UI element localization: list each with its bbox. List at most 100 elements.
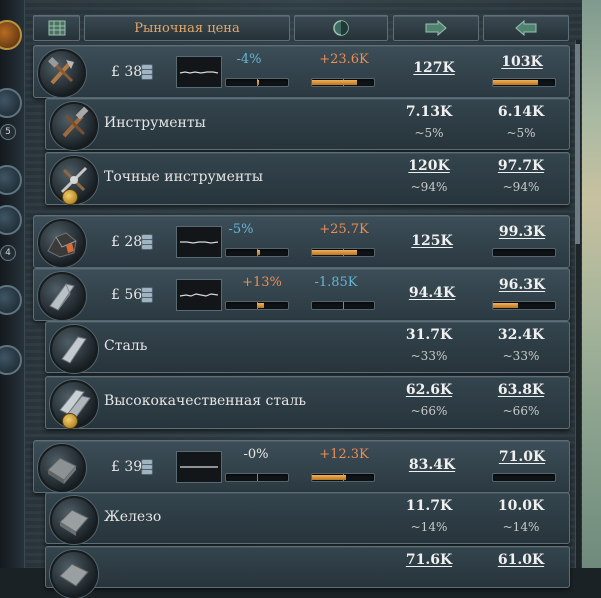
sidebar-button-0[interactable] xyxy=(0,20,22,50)
import-arrow-icon xyxy=(425,20,447,36)
consumption-value[interactable]: 71.0K xyxy=(482,449,562,465)
consumption-value[interactable]: 10.0K xyxy=(481,498,561,514)
good-row[interactable]: Точные инструменты 120K ~94% 97.7K ~94% xyxy=(45,152,570,205)
currency-symbol: £ xyxy=(111,64,120,80)
good-row[interactable]: Высококачественная сталь 62.6K ~66% 63.8… xyxy=(45,376,570,429)
currency-symbol: £ xyxy=(111,287,120,303)
coin-stack-icon xyxy=(140,62,153,82)
production-column-header[interactable] xyxy=(393,15,479,41)
left-sidebar: 5 4 xyxy=(0,0,25,568)
consumption-bar xyxy=(492,473,556,482)
price-change-bar xyxy=(225,248,289,257)
consumption-bar xyxy=(492,248,556,257)
goods-group-row[interactable]: £ 28 -5% +25.7K 125K 99.3K xyxy=(33,215,570,268)
sidebar-button-3[interactable] xyxy=(0,205,22,235)
coin-stack-icon xyxy=(140,457,153,477)
good-name: Инструменты xyxy=(104,115,206,131)
iron-ingot-icon xyxy=(50,550,98,598)
goods-group-row[interactable]: £ 38 -4% +23.6K 127K 103K xyxy=(33,45,570,98)
consumption-share: ~5% xyxy=(506,126,536,140)
production-value[interactable]: 62.6K xyxy=(389,382,469,398)
good-row[interactable]: Инструменты 7.13K ~5% 6.14K ~5% xyxy=(45,98,570,150)
quality-medal-icon xyxy=(62,189,78,205)
balance-column-header[interactable] xyxy=(294,15,388,41)
price-history-sparkline[interactable] xyxy=(176,451,222,483)
sidebar-button-4[interactable] xyxy=(0,285,22,315)
sidebar-badge-count: 5 xyxy=(0,124,16,140)
scrollbar-thumb[interactable] xyxy=(575,44,580,244)
price-change-bar xyxy=(225,301,289,310)
consumption-share: ~66% xyxy=(502,404,540,418)
price-change: -4% xyxy=(236,52,262,67)
quality-medal-icon xyxy=(62,413,78,429)
sidebar-badge-count: 4 xyxy=(0,245,16,261)
production-value[interactable]: 11.7K xyxy=(389,498,469,514)
balance-value: +25.7K xyxy=(319,222,369,237)
production-value[interactable]: 127K xyxy=(394,60,474,76)
price-value: £ 39 xyxy=(111,459,142,475)
good-row[interactable]: Железо 11.7K ~14% 10.0K ~14% xyxy=(45,492,570,544)
clock-icon xyxy=(333,20,349,36)
steel-beam-icon xyxy=(38,272,86,320)
iron-ingot-icon xyxy=(38,444,86,492)
table-view-button[interactable] xyxy=(33,15,80,41)
consumption-bar xyxy=(492,78,556,87)
consumption-share: ~33% xyxy=(502,349,540,363)
goods-group-row[interactable]: £ 39 -0% +12.3K 83.4K 71.0K xyxy=(33,440,570,493)
map-edge xyxy=(582,0,601,568)
good-row[interactable]: 71.6K 61.0K xyxy=(45,546,570,598)
balance-bar xyxy=(311,248,375,257)
currency-symbol: £ xyxy=(111,234,120,250)
production-value[interactable]: 71.6K xyxy=(389,552,469,568)
price-history-sparkline[interactable] xyxy=(176,279,222,311)
production-value[interactable]: 125K xyxy=(392,233,472,249)
sidebar-button-1[interactable] xyxy=(0,88,22,118)
export-arrow-icon xyxy=(515,20,537,36)
price-change-bar xyxy=(225,78,289,87)
production-value[interactable]: 7.13K xyxy=(389,104,469,120)
production-share: ~14% xyxy=(410,520,448,534)
sidebar-button-2[interactable] xyxy=(0,165,22,195)
tools-icon xyxy=(50,102,98,150)
balance-value: +23.6K xyxy=(319,52,369,67)
market-price-column-header[interactable]: Рыночная цена xyxy=(84,15,290,41)
good-name: Высококачественная сталь xyxy=(104,393,307,409)
consumption-value[interactable]: 32.4K xyxy=(481,327,561,343)
price-value: £ 38 xyxy=(111,64,142,80)
price-change-bar xyxy=(225,473,289,482)
production-value[interactable]: 94.4K xyxy=(392,285,472,301)
consumption-column-header[interactable] xyxy=(483,15,569,41)
price-change: -0% xyxy=(243,447,269,462)
price-value: £ 56 xyxy=(111,287,142,303)
good-name: Железо xyxy=(104,509,162,525)
production-share: ~66% xyxy=(410,404,448,418)
consumption-value[interactable]: 63.8K xyxy=(481,382,561,398)
sidebar-button-5[interactable] xyxy=(0,345,22,375)
market-price-label: Рыночная цена xyxy=(134,20,240,36)
coin-stack-icon xyxy=(140,232,153,252)
consumption-value[interactable]: 97.7K xyxy=(481,158,561,174)
currency-symbol: £ xyxy=(111,459,120,475)
price-value: £ 28 xyxy=(111,234,142,250)
production-share: ~5% xyxy=(414,126,444,140)
price-change: +13% xyxy=(242,275,282,290)
consumption-value[interactable]: 61.0K xyxy=(481,552,561,568)
tools-icon xyxy=(38,49,86,97)
good-row[interactable]: Сталь 31.7K ~33% 32.4K ~33% xyxy=(45,321,570,373)
consumption-value[interactable]: 96.3K xyxy=(482,277,562,293)
production-value[interactable]: 83.4K xyxy=(392,457,472,473)
consumption-share: ~94% xyxy=(502,180,540,194)
balance-bar xyxy=(311,473,375,482)
balance-value: +12.3K xyxy=(319,447,369,462)
balance-value: -1.85K xyxy=(314,275,358,290)
good-name: Сталь xyxy=(104,338,148,354)
price-history-sparkline[interactable] xyxy=(176,56,222,88)
goods-group-row[interactable]: £ 56 +13% -1.85K 94.4K 96.3K xyxy=(33,268,570,321)
production-share: ~94% xyxy=(410,180,448,194)
production-value[interactable]: 31.7K xyxy=(389,327,469,343)
consumption-value[interactable]: 103K xyxy=(482,54,562,70)
consumption-value[interactable]: 99.3K xyxy=(482,224,562,240)
production-value[interactable]: 120K xyxy=(389,158,469,174)
table-view-icon xyxy=(48,20,65,36)
consumption-value[interactable]: 6.14K xyxy=(481,104,561,120)
